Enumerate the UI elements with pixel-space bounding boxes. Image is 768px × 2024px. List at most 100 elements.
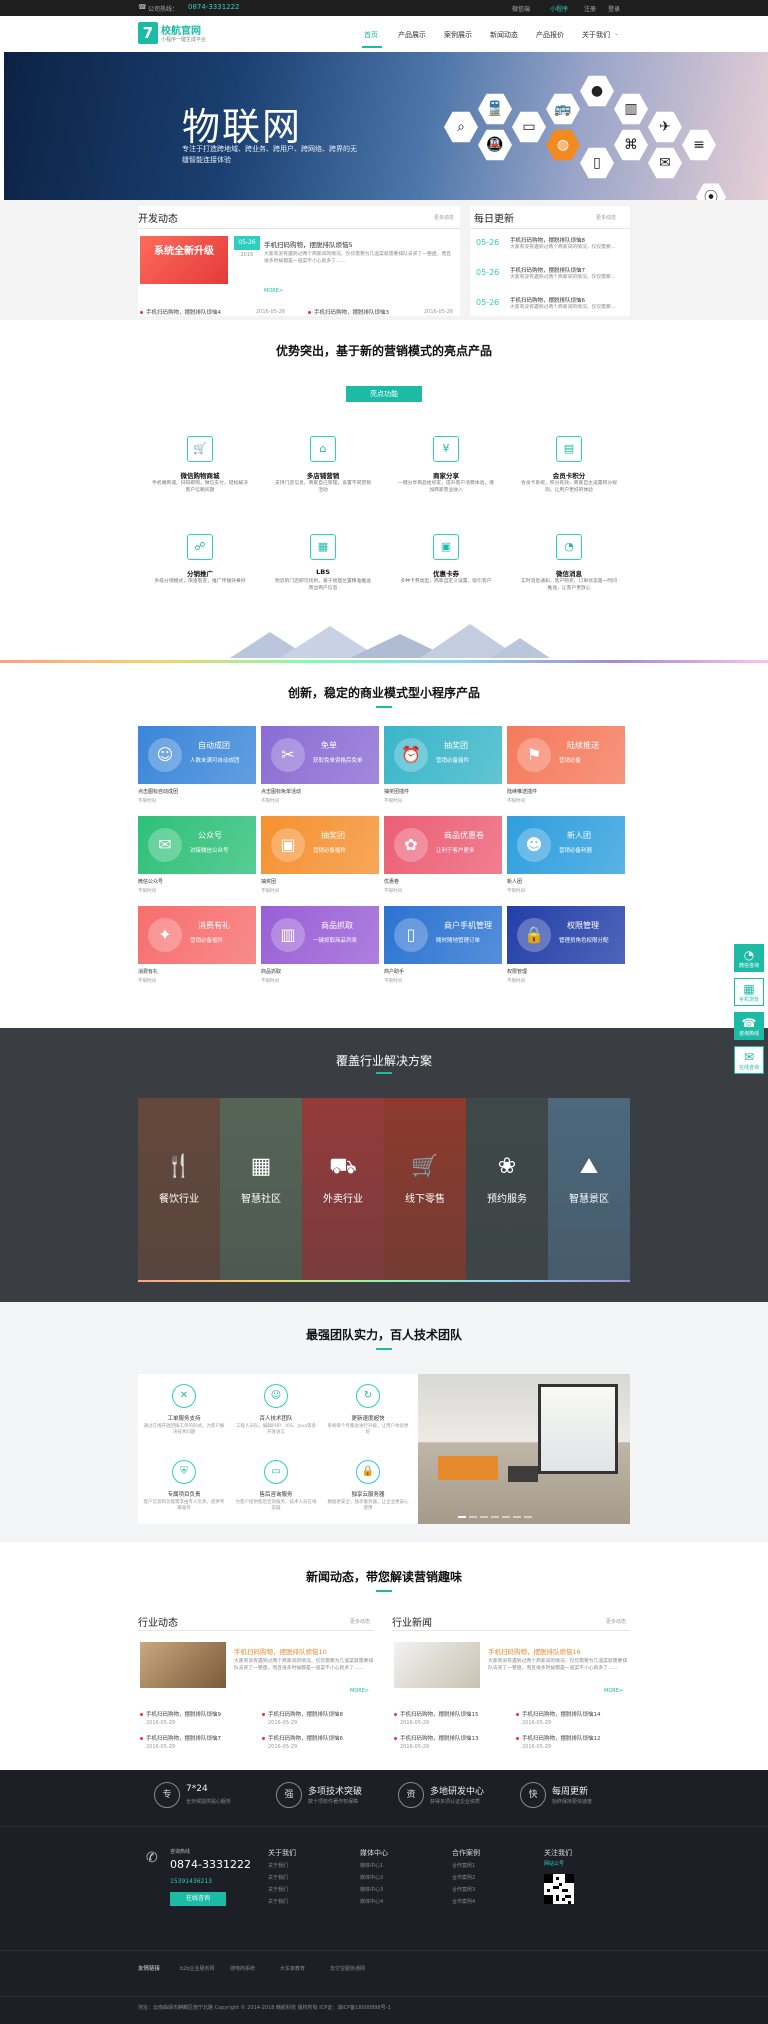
product-card[interactable]: ▥ 商品抓取 一键抓取商品列表: [261, 906, 379, 964]
news-list-item[interactable]: 手机扫码购物，摆脱排队烦恼15: [394, 1710, 479, 1718]
nav-news[interactable]: 新闻动态: [490, 30, 518, 40]
office-pagination[interactable]: [458, 1512, 532, 1520]
product-name: 自动成团: [198, 741, 230, 750]
dev-news-more[interactable]: 更多动态: [434, 214, 454, 221]
side-float-1[interactable]: ▦ 手机浏览: [734, 978, 764, 1006]
footer-column-title: 关于我们: [268, 1849, 296, 1857]
product-card[interactable]: 🔒 权限管理 管理员角色权限分配: [507, 906, 625, 964]
daily-item-title[interactable]: 手机扫码购物，摆脱排队烦恼7: [510, 266, 585, 274]
news-list-item[interactable]: 手机扫码购物，摆脱排队烦恼14: [516, 1710, 601, 1718]
footer-link[interactable]: 合作案例3: [452, 1886, 475, 1893]
daily-item-title[interactable]: 手机扫码购物，摆脱排队烦恼8: [510, 236, 585, 244]
news-list-date: 2016-05-26: [424, 309, 454, 315]
footer-link[interactable]: 合作案例2: [452, 1874, 475, 1881]
product-card[interactable]: ▯ 商户手机管理 随时随地管理订单: [384, 906, 502, 964]
news-list-item[interactable]: 手机扫码购物，摆脱排队烦恼4: [140, 308, 221, 316]
nav-cases[interactable]: 案例展示: [444, 30, 472, 40]
screen-icon: ▭: [264, 1460, 288, 1484]
solution-1[interactable]: ▦ 智慧社区: [220, 1098, 302, 1280]
product-card[interactable]: ✿ 商品优惠卷 让利于客户更多: [384, 816, 502, 874]
company-news-more[interactable]: 更多动态: [606, 1618, 626, 1625]
product-card[interactable]: ✂ 免单 获取免单资格后免单: [261, 726, 379, 784]
nav-pricing[interactable]: 产品报价: [536, 30, 564, 40]
product-card[interactable]: ▣ 抽奖团 营销必备插件: [261, 816, 379, 874]
online-consult-button[interactable]: 在线咨询: [170, 1892, 226, 1906]
miniprogram-link[interactable]: 小程序: [550, 4, 568, 13]
footer-link[interactable]: 关于我们: [268, 1862, 288, 1869]
footer-link[interactable]: 关于我们: [268, 1874, 288, 1881]
news-list-item[interactable]: 手机扫码购物，摆脱排队烦恼13: [394, 1734, 479, 1742]
daily-item-title[interactable]: 手机扫码购物，摆脱排队烦恼6: [510, 296, 585, 304]
product-card[interactable]: ⏰ 抽奖团 营销必备插件: [384, 726, 502, 784]
news-list-item[interactable]: 手机扫码购物，摆脱排队烦恼9: [140, 1710, 221, 1718]
industry-news-feature-desc: 大家有没有遇到过两个商家间的情况，仅仅需要为几道菜就需要排队去买了一整盘，而且很…: [234, 1659, 374, 1671]
news-list-date: 2016-05-26: [256, 309, 286, 315]
news-list-item[interactable]: 手机扫码购物，摆脱排队烦恼8: [262, 1710, 343, 1718]
lock-icon: 🔒: [356, 1460, 380, 1484]
solution-2[interactable]: ⛟ 外卖行业: [302, 1098, 384, 1280]
site-footer: [0, 1770, 768, 2024]
footer-hotline-label: 咨询热线: [170, 1849, 191, 1855]
news-title[interactable]: 手机扫码购物，摆脱排队烦恼5: [264, 239, 353, 249]
industry-news-feature-title[interactable]: 手机扫码购物，摆脱排队烦恼10: [234, 1646, 327, 1656]
solution-5[interactable]: ⛰ 智慧景区: [548, 1098, 630, 1280]
footer-link[interactable]: 媒体中心2: [360, 1874, 383, 1881]
product-card[interactable]: ✦ 消费有礼 营销必备插件: [138, 906, 256, 964]
product-desc: 管理员角色权限分配: [559, 938, 609, 944]
daily-more[interactable]: 更多动态: [596, 214, 616, 221]
friend-link[interactable]: 支付宝服务通网: [330, 1965, 365, 1972]
wechat-link[interactable]: 微信端: [512, 4, 530, 13]
news-thumbnail-text: 系统全新升级: [154, 246, 214, 257]
nav-about[interactable]: 关于我们: [582, 30, 610, 40]
solution-4[interactable]: ❀ 预约服务: [466, 1098, 548, 1280]
side-float-3[interactable]: ✉ 在线咨询: [734, 1046, 764, 1074]
footer-link[interactable]: 合作案例4: [452, 1898, 475, 1905]
product-subcaption: 不限时间: [261, 889, 279, 894]
industry-news-thumbnail[interactable]: [140, 1642, 226, 1688]
nav-home[interactable]: 首页: [364, 30, 378, 40]
side-float-label: 在线咨询: [738, 1065, 759, 1071]
footer-link[interactable]: 媒体中心1: [360, 1862, 383, 1869]
footer-link[interactable]: 关于我们: [268, 1886, 288, 1893]
news-list-item[interactable]: 手机扫码购物，摆脱排队烦恼12: [516, 1734, 601, 1742]
news-list-date: 2016-05-29: [522, 1744, 552, 1750]
logo-icon[interactable]: 7: [138, 22, 158, 44]
footer-link[interactable]: 合作案例1: [452, 1862, 475, 1869]
news-thumbnail[interactable]: 系统全新升级: [140, 236, 228, 284]
product-name: 消费有礼: [198, 921, 230, 930]
logo-title[interactable]: 校航官网: [161, 22, 201, 37]
footer-link[interactable]: 媒体中心3: [360, 1886, 383, 1893]
news-list-item[interactable]: 手机扫码购物，摆脱排队烦恼7: [140, 1734, 221, 1742]
side-float-2[interactable]: ☎ 咨询热线: [734, 1012, 764, 1040]
friend-link[interactable]: 大东家教育: [280, 1965, 305, 1972]
news-list-item[interactable]: 手机扫码购物，摆脱排队烦恼3: [308, 308, 389, 316]
solution-0[interactable]: 🍴 餐饮行业: [138, 1098, 220, 1280]
copyright: 地址：云南曲靖市麒麟区南宁北路 Copyright © 2014-2018 韩航…: [138, 2005, 391, 2011]
news-list-item[interactable]: 手机扫码购物，摆脱排队烦恼6: [262, 1734, 343, 1742]
register-link[interactable]: 注册: [584, 4, 596, 13]
product-card[interactable]: ✉ 公众号 对接微信公众号: [138, 816, 256, 874]
industry-news-more-link[interactable]: MORE>: [350, 1688, 369, 1694]
hero-banner[interactable]: 物联网 专注于打造跨地域、跨业务、跨用户、跨网络、跨界的无缝智能连接体验 ⌕ 🚆…: [4, 52, 768, 200]
company-news-feature-title[interactable]: 手机扫码购物，摆脱排队烦恼16: [488, 1646, 581, 1656]
feature-name: 优惠卡券: [433, 570, 459, 578]
plane-icon: ✈: [648, 111, 682, 143]
friend-link[interactable]: 搜电商系统: [230, 1965, 255, 1972]
highlight-features-button[interactable]: 亮点功能: [346, 386, 422, 402]
product-card[interactable]: ⚑ 陆续推送 营销必备: [507, 726, 625, 784]
side-float-0[interactable]: ◔ 微信咨询: [734, 944, 764, 972]
company-news-more-link[interactable]: MORE>: [604, 1688, 623, 1694]
scooter-icon: ⛟: [329, 1154, 357, 1179]
footer-link[interactable]: 媒体中心4: [360, 1898, 383, 1905]
news-more-link[interactable]: MORE>: [264, 288, 283, 294]
solution-3[interactable]: 🛒 线下零售: [384, 1098, 466, 1280]
industry-news-more[interactable]: 更多动态: [350, 1618, 370, 1625]
footer-link[interactable]: 关于我们: [268, 1898, 288, 1905]
friend-link[interactable]: b2b企业服务网: [180, 1965, 215, 1972]
product-card[interactable]: ☻ 新人团 营销必备利器: [507, 816, 625, 874]
product-card[interactable]: ☺ 自动成团 人数未满可自动成团: [138, 726, 256, 784]
company-news-thumbnail[interactable]: [394, 1642, 480, 1688]
nav-products[interactable]: 产品展示: [398, 30, 426, 40]
product-caption: 点击图标免单活动: [261, 789, 302, 795]
login-link[interactable]: 登录: [608, 4, 620, 13]
